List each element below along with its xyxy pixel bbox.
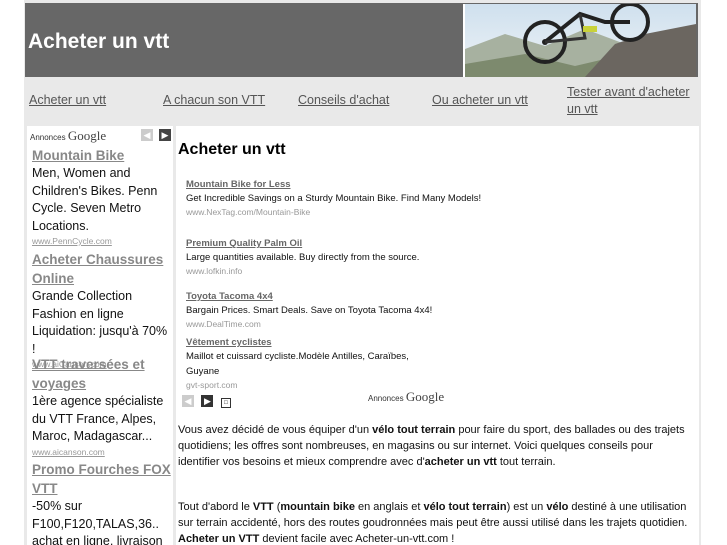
bold-run: mountain bike <box>280 501 355 513</box>
content-ad-title[interactable]: Mountain Bike for Less <box>186 178 486 191</box>
content-ads-footer: Annonces Google <box>368 389 444 405</box>
intro-paragraph: Vous avez décidé de vous équiper d'un vé… <box>178 422 696 470</box>
sidebar-ads-header: Annonces Google <box>30 128 106 144</box>
banner-image <box>463 4 696 77</box>
sidebar-ad: Acheter Chaussures Online Grande Collect… <box>32 250 172 370</box>
bold-run: acheter un vtt <box>424 456 497 468</box>
content-ad-title[interactable]: Premium Quality Palm Oil <box>186 237 486 250</box>
sidebar-ad-desc: -50% sur F100,F120,TALAS,36.. achat en l… <box>32 499 163 545</box>
text-run: devient facile avec Acheter-un-vtt.com ! <box>259 533 455 545</box>
nav-link-conseils-d-achat[interactable]: Conseils d'achat <box>298 92 389 109</box>
content-ad-url[interactable]: www.NexTag.com/Mountain-Bike <box>186 206 486 219</box>
page-title: Acheter un vtt <box>178 141 286 158</box>
sidebar-ad-desc: Grande Collection Fashion en ligne Liqui… <box>32 289 168 356</box>
nav-link-tester-avant-d-acheter[interactable]: Tester avant d'acheter un vtt <box>567 84 701 118</box>
content-ad: Mountain Bike for Less Get Incredible Sa… <box>186 178 486 219</box>
mountain-bike-illustration <box>465 4 696 77</box>
nav-link-ou-acheter-un-vtt[interactable]: Ou acheter un vtt <box>432 92 528 109</box>
sidebar-ad-desc: Men, Women and Children's Bikes. Penn Cy… <box>32 166 158 233</box>
nav-link-acheter-un-vtt[interactable]: Acheter un vtt <box>29 92 106 109</box>
main-content: Acheter un vtt Mountain Bike for Less Ge… <box>176 126 699 545</box>
ad-choices-icon[interactable]: □ <box>220 398 231 408</box>
text-run: tout terrain. <box>496 456 556 468</box>
content-ad: Premium Quality Palm Oil Large quantitie… <box>186 237 486 278</box>
sidebar-ad: VTT traversées et voyages 1ère agence sp… <box>32 355 172 458</box>
content-ad-url[interactable]: www.lofkin.info <box>186 265 486 278</box>
sidebar-ad-desc: 1ère agence spécialiste du VTT France, A… <box>32 394 164 443</box>
site-header: Acheter un vtt <box>25 3 698 77</box>
text-run: en anglais et <box>354 501 424 513</box>
bold-run: Acheter un VTT <box>178 533 260 545</box>
text-run: ) est un <box>506 501 547 513</box>
google-logo-text: Google <box>67 128 107 143</box>
content-ad-url[interactable]: www.DealTime.com <box>186 318 486 331</box>
bold-run: vélo tout terrain <box>372 424 456 436</box>
sidebar-ad-title[interactable]: Acheter Chaussures Online <box>32 250 172 288</box>
content-ad-desc: Bargain Prices. Smart Deals. Save on Toy… <box>186 305 433 316</box>
text-run: Vous avez décidé de vous équiper d'un <box>178 424 373 436</box>
next-arrow-icon[interactable]: ▶ <box>201 395 214 407</box>
sidebar-ads: Annonces Google ◀ ▶ Mountain Bike Men, W… <box>27 126 173 545</box>
content-ad-desc: Maillot et cuissard cycliste.Modèle Anti… <box>186 351 409 377</box>
sidebar-ad-url[interactable]: www.aicanson.com <box>32 446 172 458</box>
body-paragraph: Tout d'abord le VTT (mountain bike en an… <box>178 499 696 545</box>
bold-run: vélo tout terrain <box>423 501 507 513</box>
content-ad: Vêtement cyclistes Maillot et cuissard c… <box>186 336 436 392</box>
google-logo-text: Google <box>405 389 445 404</box>
annonces-label: Annonces <box>368 394 404 403</box>
main-nav: Acheter un vtt A chacun son VTT Conseils… <box>24 78 701 124</box>
sidebar-ad-title[interactable]: Promo Fourches FOX VTT <box>32 460 172 498</box>
content-ad-controls: ◀ ▶ □ <box>182 391 234 409</box>
content-ad-title[interactable]: Toyota Tacoma 4x4 <box>186 290 486 303</box>
site-title: Acheter un vtt <box>28 30 170 53</box>
annonces-label: Annonces <box>30 133 66 142</box>
prev-arrow-icon[interactable]: ◀ <box>141 129 153 141</box>
content-ad: Toyota Tacoma 4x4 Bargain Prices. Smart … <box>186 290 486 331</box>
sidebar-ad: Mountain Bike Men, Women and Children's … <box>32 146 172 247</box>
sidebar-ad-title[interactable]: VTT traversées et voyages <box>32 355 172 393</box>
next-arrow-icon[interactable]: ▶ <box>159 129 171 141</box>
nav-link-a-chacun-son-vtt[interactable]: A chacun son VTT <box>163 92 265 109</box>
sidebar-ad: Promo Fourches FOX VTT -50% sur F100,F12… <box>32 460 172 545</box>
text-run: Tout d'abord le <box>178 501 253 513</box>
bold-run: VTT <box>252 501 274 513</box>
sidebar-ad-title[interactable]: Mountain Bike <box>32 146 172 165</box>
sidebar-ad-url[interactable]: www.PennCycle.com <box>32 235 172 247</box>
content-ad-desc: Large quantities available. Buy directly… <box>186 252 420 263</box>
prev-arrow-icon[interactable]: ◀ <box>182 395 194 407</box>
bold-run: vélo <box>546 501 569 513</box>
content-ad-title[interactable]: Vêtement cyclistes <box>186 336 436 349</box>
content-ad-desc: Get Incredible Savings on a Sturdy Mount… <box>186 193 482 204</box>
page-wrapper: Acheter un vtt Acheter un vtt A chacun s… <box>24 0 701 545</box>
